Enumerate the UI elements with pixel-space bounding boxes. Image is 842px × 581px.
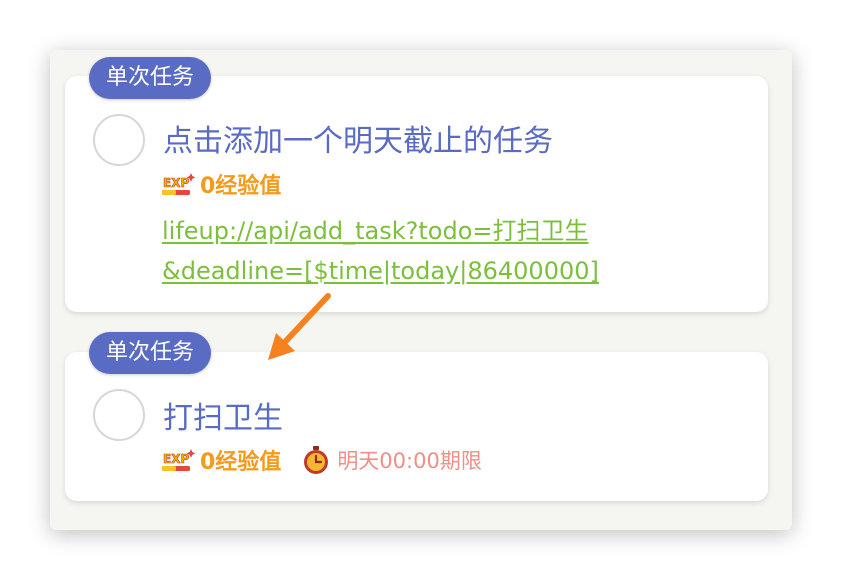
exp-icon: EXP xyxy=(162,173,196,195)
deadline-text: 明天00:00期限 xyxy=(337,449,482,473)
task-card[interactable]: 点击添加一个明天截止的任务 EXP 0经验值 lifeup://api/add_… xyxy=(65,76,768,312)
svg-text:EXP: EXP xyxy=(163,176,189,190)
task-list-panel: 点击添加一个明天截止的任务 EXP 0经验值 lifeup://api/add_… xyxy=(50,50,792,530)
task-meta: EXP 0经验值 xyxy=(161,168,281,200)
exp-value: 0经验值 xyxy=(200,174,282,199)
task-type-badge: 单次任务 xyxy=(89,57,212,99)
api-link[interactable]: lifeup://api/add_task?todo=打扫卫生 &deadlin… xyxy=(162,211,722,291)
exp-icon: EXP xyxy=(162,449,196,471)
complete-checkbox[interactable] xyxy=(93,114,145,166)
alarm-clock-icon xyxy=(304,446,329,474)
exp-value: 0经验值 xyxy=(200,450,282,475)
svg-text:EXP: EXP xyxy=(163,452,189,466)
task-card[interactable]: 打扫卫生 EXP 0经验值 明天00:00期限 xyxy=(65,352,768,501)
deadline-tag: 明天00:00期限 xyxy=(301,445,482,475)
complete-checkbox[interactable] xyxy=(93,389,145,441)
task-title: 点击添加一个明天截止的任务 xyxy=(163,124,553,159)
task-title: 打扫卫生 xyxy=(163,401,283,436)
api-link-line1: lifeup://api/add_task?todo=打扫卫生 xyxy=(162,217,589,245)
arrow-icon xyxy=(268,293,331,360)
task-type-badge: 单次任务 xyxy=(89,332,212,374)
api-link-line2: &deadline=[$time|today|86400000] xyxy=(162,257,599,285)
task-meta: EXP 0经验值 明天00:00期限 xyxy=(161,444,482,476)
